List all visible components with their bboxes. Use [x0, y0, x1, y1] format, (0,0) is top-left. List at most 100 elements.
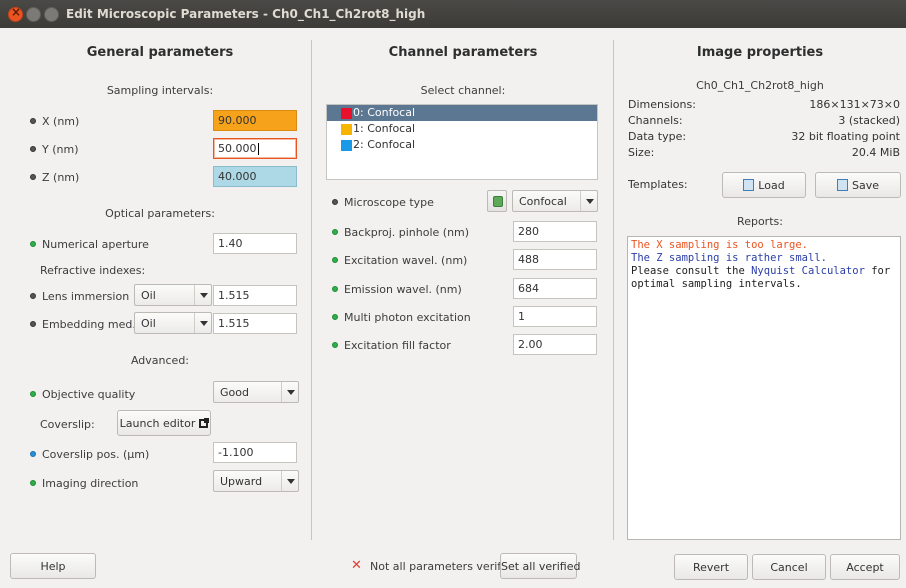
dimensions-label: Dimensions:	[628, 98, 696, 111]
column-divider-left	[311, 40, 312, 540]
pinhole-input[interactable]: 280	[513, 221, 597, 242]
templates-label: Templates:	[628, 178, 688, 191]
imaging-direction-label: Imaging direction	[30, 477, 138, 490]
emission-wavelength-input[interactable]: 684	[513, 278, 597, 299]
load-template-button[interactable]: Load	[722, 172, 806, 198]
error-x-icon: ✕	[351, 558, 362, 573]
embedding-medium-select[interactable]: Oil	[134, 312, 212, 334]
pinhole-label: Backproj. pinhole (nm)	[332, 226, 469, 239]
x-sampling-label: X (nm)	[30, 115, 79, 128]
multi-photon-label: Multi photon excitation	[332, 311, 471, 324]
status-dot-icon	[332, 342, 338, 348]
status-dot-icon	[30, 480, 36, 486]
excitation-wavelength-label: Excitation wavel. (nm)	[332, 254, 467, 267]
chevron-down-icon	[281, 471, 298, 491]
lens-immersion-select[interactable]: Oil	[134, 284, 212, 306]
channel-color-swatch	[341, 140, 352, 151]
save-template-button[interactable]: Save	[815, 172, 901, 198]
cancel-button[interactable]: Cancel	[752, 554, 826, 580]
coverslip-position-input[interactable]: -1.100	[213, 442, 297, 463]
objective-quality-label: Objective quality	[30, 388, 135, 401]
multi-photon-input[interactable]: 1	[513, 306, 597, 327]
set-all-verified-button[interactable]: Set all verified	[500, 553, 580, 579]
fill-factor-input[interactable]: 2.00	[513, 334, 597, 355]
status-dot-icon	[332, 257, 338, 263]
data-type-label: Data type:	[628, 130, 687, 143]
refractive-indexes-heading: Refractive indexes:	[40, 264, 146, 277]
channel-list-item[interactable]: 1: Confocal	[327, 121, 597, 137]
status-dot-icon	[332, 229, 338, 235]
chevron-down-icon	[194, 313, 211, 333]
emission-wavelength-label: Emission wavel. (nm)	[332, 283, 462, 296]
accept-button[interactable]: Accept	[830, 554, 900, 580]
nyquist-calculator-link[interactable]: Nyquist Calculator	[751, 265, 865, 277]
objective-quality-select[interactable]: Good	[213, 381, 299, 403]
chevron-down-icon	[281, 382, 298, 402]
microscope-type-label: Microscope type	[332, 196, 434, 209]
size-value: 20.4 MiB	[851, 146, 900, 159]
z-sampling-input[interactable]: 40.000	[213, 166, 297, 187]
channel-parameters-heading: Channel parameters	[388, 45, 538, 60]
chevron-down-icon	[194, 285, 211, 305]
coverslip-label: Coverslip:	[40, 418, 95, 431]
reports-panel[interactable]: The X sampling is too large. The Z sampl…	[627, 236, 901, 540]
coverslip-position-label: Coverslip pos. (µm)	[30, 448, 149, 461]
x-sampling-input[interactable]: 90.000	[213, 110, 297, 131]
fill-factor-label: Excitation fill factor	[332, 339, 451, 352]
report-line: The X sampling is too large.	[631, 239, 809, 251]
select-channel-heading: Select channel:	[420, 84, 506, 97]
status-dot-icon	[30, 451, 36, 457]
status-dot-icon	[30, 146, 36, 152]
numerical-aperture-input[interactable]: 1.40	[213, 233, 297, 254]
reports-heading: Reports:	[737, 215, 783, 228]
verification-status: Not all parameters verified	[370, 560, 518, 573]
load-icon	[743, 179, 755, 191]
channel-list-item[interactable]: 0: Confocal	[327, 105, 597, 121]
channel-list[interactable]: 0: Confocal 1: Confocal 2: Confocal	[326, 104, 598, 180]
status-dot-icon	[30, 174, 36, 180]
numerical-aperture-label: Numerical aperture	[30, 238, 149, 251]
image-name: Ch0_Ch1_Ch2rot8_high	[696, 79, 824, 92]
excitation-wavelength-input[interactable]: 488	[513, 249, 597, 270]
microscope-type-select[interactable]: Confocal	[512, 190, 598, 212]
window-title: Edit Microscopic Parameters - Ch0_Ch1_Ch…	[66, 7, 426, 21]
image-properties-heading: Image properties	[696, 45, 824, 60]
report-line: Please consult the Nyquist Calculator fo…	[631, 265, 891, 277]
close-window-button[interactable]	[8, 5, 23, 22]
channels-label: Channels:	[628, 114, 683, 127]
status-dot-icon	[30, 293, 36, 299]
status-dot-icon	[332, 314, 338, 320]
channel-list-item[interactable]: 2: Confocal	[327, 137, 597, 153]
y-sampling-input[interactable]: 50.000	[213, 138, 297, 159]
minimize-window-button[interactable]	[26, 7, 41, 22]
embedding-medium-index-input[interactable]: 1.515	[213, 313, 297, 334]
text-caret	[257, 143, 259, 155]
imaging-direction-select[interactable]: Upward	[213, 470, 299, 492]
help-button[interactable]: Help	[10, 553, 96, 579]
external-link-icon	[199, 417, 210, 428]
status-dot-icon	[30, 118, 36, 124]
sampling-intervals-heading: Sampling intervals:	[106, 84, 214, 97]
channel-color-swatch	[341, 124, 352, 135]
launch-editor-button[interactable]: Launch editor	[117, 410, 211, 436]
column-divider-right	[613, 40, 614, 540]
lens-immersion-label: Lens immersion	[30, 290, 129, 303]
embedding-medium-label: Embedding med.	[30, 318, 136, 331]
channel-color-swatch	[341, 108, 352, 119]
status-dot-icon	[332, 199, 338, 205]
data-type-value: 32 bit floating point	[791, 130, 900, 143]
title-bar: Edit Microscopic Parameters - Ch0_Ch1_Ch…	[0, 0, 906, 28]
revert-button[interactable]: Revert	[674, 554, 748, 580]
copy-parameters-icon[interactable]	[487, 190, 507, 212]
advanced-heading: Advanced:	[130, 354, 190, 367]
lens-immersion-index-input[interactable]: 1.515	[213, 285, 297, 306]
optical-parameters-heading: Optical parameters:	[105, 207, 215, 220]
report-line: The Z sampling is rather small.	[631, 252, 827, 264]
status-dot-icon	[30, 321, 36, 327]
report-line: optimal sampling intervals.	[631, 278, 802, 290]
maximize-window-button[interactable]	[44, 7, 59, 22]
channels-value: 3 (stacked)	[838, 114, 900, 127]
chevron-down-icon	[580, 191, 597, 211]
general-parameters-heading: General parameters	[86, 45, 234, 60]
dimensions-value: 186×131×73×0	[809, 98, 900, 111]
